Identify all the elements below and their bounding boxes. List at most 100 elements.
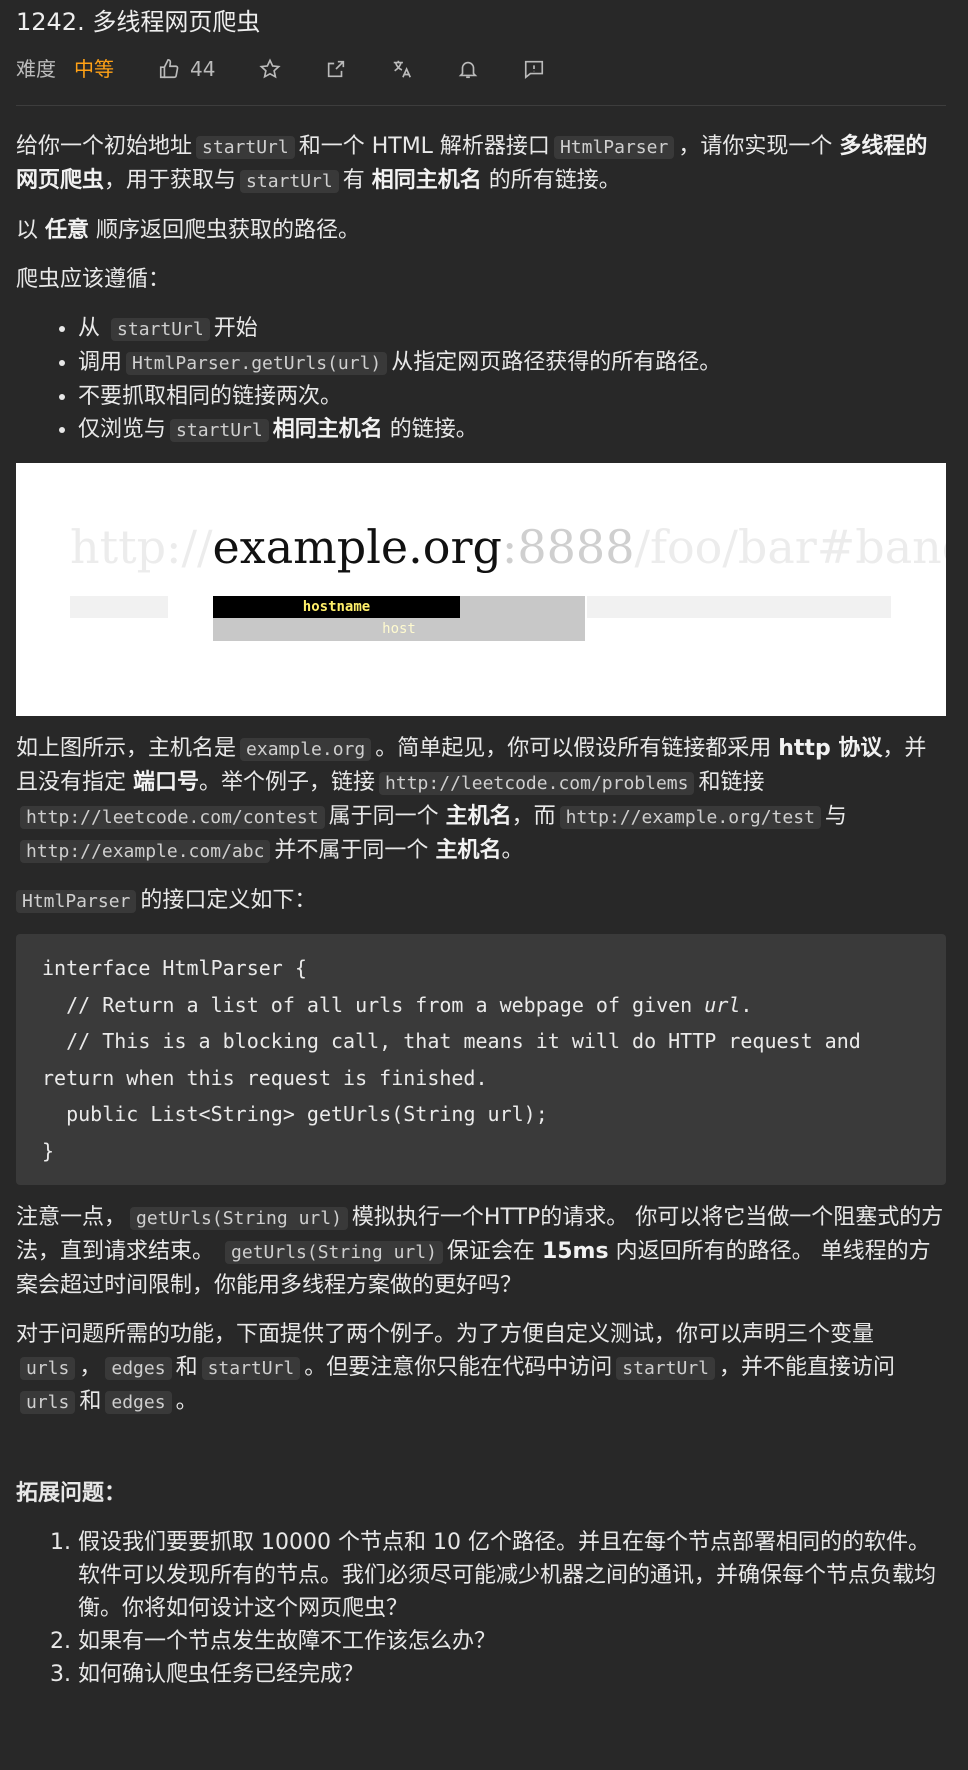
text: 。 — [501, 838, 524, 863]
like-count: 44 — [190, 56, 216, 81]
text: 与 — [824, 804, 847, 829]
rules-list: 从 startUrl开始 调用HtmlParser.getUrls(url)从指… — [16, 312, 946, 447]
bold-text: 端口号 — [133, 770, 200, 795]
translate-icon — [394, 60, 412, 78]
text: 调用 — [78, 350, 123, 375]
interface-intro: HtmlParser 的接口定义如下： — [16, 884, 946, 918]
problem-description: 1242. 多线程网页爬虫 难度 中等 44 给你一个初始地址 startUrl 和… — [16, 0, 946, 1691]
inline-code: HtmlParser — [16, 890, 137, 913]
scheme-bar — [70, 596, 168, 618]
notification-button[interactable] — [457, 58, 479, 80]
share-icon — [328, 60, 345, 78]
text: ，并不能直接访问 — [719, 1355, 896, 1380]
text: 给你一个初始地址 — [16, 134, 193, 159]
url-scheme: http:// — [70, 520, 213, 574]
text: 顺序返回爬虫获取的路径。 — [96, 218, 361, 243]
text: 保证会在 — [446, 1239, 535, 1264]
like-button[interactable]: 44 — [158, 53, 215, 86]
inline-code: getUrls(String url) — [225, 1241, 443, 1264]
inline-code: http://leetcode.com/contest — [20, 806, 325, 829]
translate-button[interactable] — [391, 58, 413, 80]
list-item: 假设我们要要抓取 10000 个节点和 10 亿个路径。并且在每个节点部署相同的… — [78, 1526, 946, 1625]
share-button[interactable] — [325, 58, 347, 80]
thumbs-up-icon — [159, 59, 179, 79]
bold-text: 相同主机名 — [272, 417, 383, 442]
text: ，请你实现一个 — [678, 134, 833, 159]
inline-code: edges — [105, 1357, 172, 1380]
list-item: 仅浏览与startUrl相同主机名 的链接。 — [78, 413, 946, 447]
text: 的所有链接。 — [488, 168, 621, 193]
problem-title: 1242. 多线程网页爬虫 — [16, 8, 261, 36]
intro-paragraph: 给你一个初始地址 startUrl 和一个 HTML 解析器接口 HtmlParser… — [16, 130, 946, 198]
path-bar — [587, 596, 891, 618]
text: 属于同一个 — [328, 804, 439, 829]
code-line: // Return a list of all urls from a webp… — [42, 987, 920, 1024]
text: ，而 — [511, 804, 556, 829]
code-line: // This is a blocking call, that means i… — [42, 1029, 873, 1090]
host-label: host — [382, 621, 416, 637]
inline-code: example.org — [240, 738, 372, 761]
text: 对于问题所需的功能，下面提供了两个例子。为了方便自定义测试，你可以声明三个变量 — [16, 1322, 875, 1347]
bold-text: 主机名 — [435, 838, 502, 863]
text: 从 — [78, 316, 101, 341]
url-diagram: http://example.org:8888/foo/bar#bang hos… — [16, 463, 946, 716]
hostname-label: hostname — [213, 596, 460, 618]
text: 。 — [175, 1389, 198, 1414]
inline-code: urls — [20, 1391, 76, 1414]
feedback-icon — [525, 60, 544, 79]
text: 开始 — [213, 316, 258, 341]
code-block: interface HtmlParser { // Return a list … — [16, 934, 946, 1185]
bell-icon — [459, 61, 478, 79]
rules-intro: 爬虫应该遵循： — [16, 267, 171, 292]
inline-code: startUrl — [201, 1357, 301, 1380]
text: 仅浏览与 — [78, 417, 167, 442]
diagram-url: http://example.org:8888/foo/bar#bang — [70, 517, 946, 577]
inline-code: startUrl — [240, 170, 339, 193]
code-text: . — [740, 992, 753, 1017]
text: 的链接。 — [389, 417, 478, 442]
url-path: /foo/bar#bang — [634, 520, 946, 574]
inline-code: edges — [105, 1391, 172, 1414]
text: 。简单起见，你可以假设所有链接都采用 — [375, 736, 772, 761]
order-paragraph: 以 任意 顺序返回爬虫获取的路径。 — [16, 214, 946, 247]
bold-text: 15ms — [541, 1239, 609, 1264]
examples-paragraph: 对于问题所需的功能，下面提供了两个例子。为了方便自定义测试，你可以声明三个变量 u… — [16, 1318, 946, 1419]
list-item: 从 startUrl开始 — [78, 312, 946, 346]
text: 。举个例子，链接 — [199, 770, 376, 795]
favorite-button[interactable] — [259, 58, 282, 80]
inline-code: http://example.com/abc — [20, 840, 271, 863]
text: ，用于获取与 — [104, 168, 237, 193]
note-paragraph: 注意一点， getUrls(String url) 模拟执行一个HTTP的请求。 你… — [16, 1201, 946, 1302]
hostname-explanation: 如上图所示，主机名是 example.org 。简单起见，你可以假设所有链接都采用 … — [16, 732, 946, 868]
inline-code: HtmlParser.getUrls(url) — [126, 352, 388, 375]
followup-title: 拓展问题： — [16, 1481, 127, 1506]
bold-text: 相同主机名 — [371, 168, 482, 193]
inline-code: HtmlParser — [553, 136, 675, 159]
text: 和一个 HTML 解析器接口 — [298, 134, 550, 159]
inline-code: http://leetcode.com/problems — [379, 772, 695, 795]
list-item: 不要抓取相同的链接两次。 — [78, 380, 946, 413]
inline-code: startUrl — [111, 318, 210, 341]
text: 的接口定义如下： — [140, 888, 317, 913]
text: 和 — [175, 1355, 198, 1380]
text: 和 — [79, 1389, 102, 1414]
text: 如上图所示，主机名是 — [16, 736, 237, 761]
code-text: // Return a list of all urls from a webp… — [42, 992, 705, 1017]
text: ， — [79, 1355, 102, 1380]
text: 并不属于同一个 — [274, 838, 429, 863]
text: 注意一点， — [16, 1205, 127, 1230]
inline-code: http://example.org/test — [559, 806, 821, 829]
url-host: example.org — [212, 520, 502, 574]
text: 。但要注意你只能在代码中访问 — [304, 1355, 613, 1380]
star-icon — [259, 58, 282, 79]
bold-text: 任意 — [45, 218, 90, 243]
difficulty-badge: 中等 — [74, 56, 114, 81]
header-divider — [16, 105, 946, 106]
followup-list: 假设我们要要抓取 10000 个节点和 10 亿个路径。并且在每个节点部署相同的… — [16, 1526, 946, 1691]
inline-code: startUrl — [616, 1357, 715, 1380]
feedback-button[interactable] — [523, 58, 545, 80]
code-italic: url — [704, 992, 741, 1017]
difficulty-label: 难度 — [16, 56, 56, 81]
bold-text: http 协议 — [778, 736, 883, 761]
inline-code: urls — [20, 1357, 76, 1380]
